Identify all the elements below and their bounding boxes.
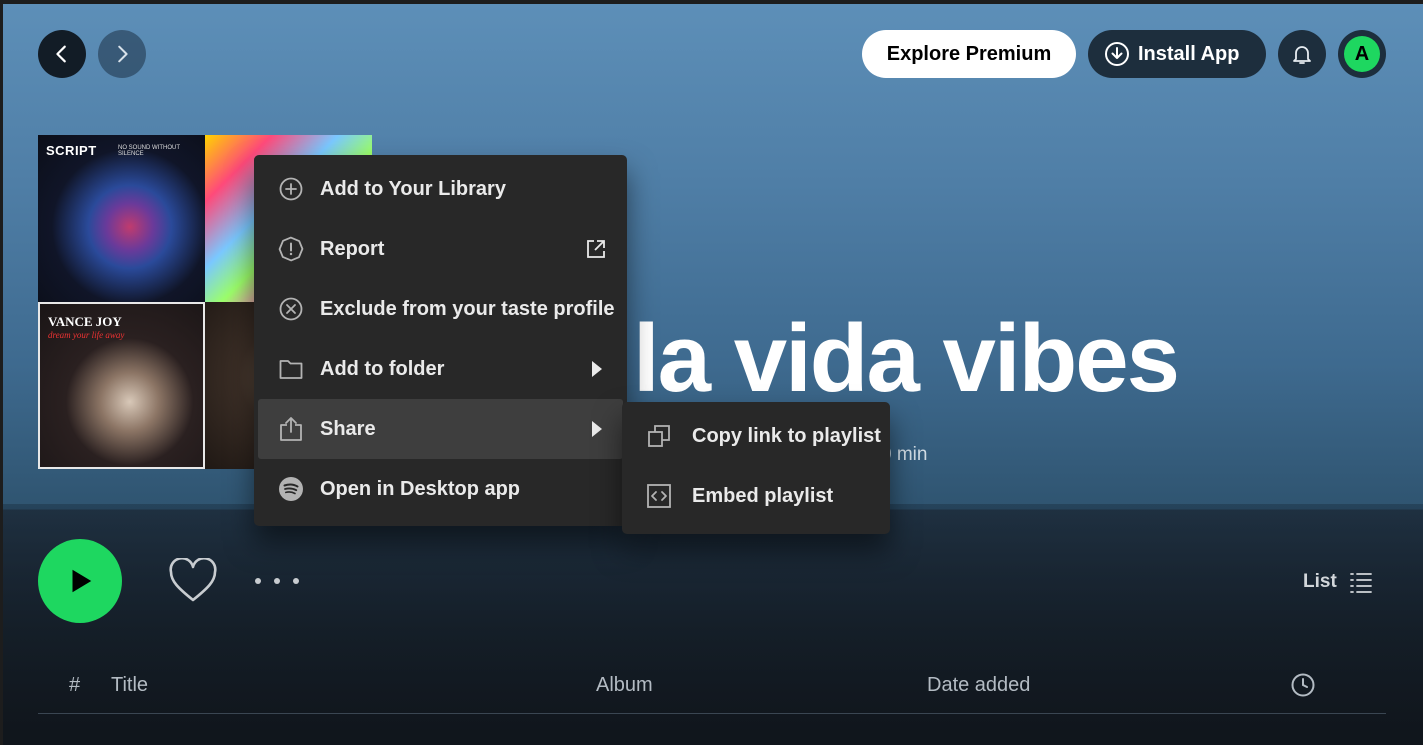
bell-icon [1293,46,1311,64]
caret-right-icon [585,358,607,380]
heart-icon [169,558,217,602]
album-art-subtext: dream your life away [48,330,125,340]
back-button[interactable] [38,30,86,78]
menu-item-add-to-library[interactable]: Add to Your Library [258,159,623,219]
menu-item-label: Share [320,417,376,440]
play-button[interactable] [38,539,122,623]
menu-item-copy-link[interactable]: Copy link to playlist [626,406,886,466]
share-icon [278,416,304,442]
context-menu: Add to Your Library Report Exclude from … [254,155,627,526]
play-icon [72,569,92,593]
chevron-right-icon [118,45,128,63]
menu-item-open-desktop[interactable]: Open in Desktop app [258,459,623,519]
column-duration[interactable] [1290,672,1316,698]
menu-item-exclude-taste-profile[interactable]: Exclude from your taste profile [258,279,623,339]
install-app-button[interactable]: Install App [1088,30,1266,78]
menu-item-label: Report [320,237,385,260]
x-circle-icon [278,296,304,322]
view-mode-button[interactable]: List [1303,567,1373,597]
forward-button[interactable] [98,30,146,78]
column-date-added[interactable]: Date added [927,674,1030,697]
chevron-left-icon [56,45,66,63]
menu-item-share[interactable]: Share [258,399,623,459]
save-to-library-button[interactable] [168,557,218,605]
explore-premium-button[interactable]: Explore Premium [862,30,1076,78]
install-app-label: Install App [1138,42,1240,65]
menu-item-report[interactable]: Report [258,219,623,279]
more-options-button[interactable] [255,569,299,593]
menu-item-label: Copy link to playlist [692,424,881,447]
spotify-icon [278,476,304,502]
column-title[interactable]: Title [111,674,148,697]
cover-tile-script: SCRIPT NO SOUND WITHOUT SILENCE [38,135,205,302]
list-icon [1349,573,1372,593]
playlist-title: la vida vibes [633,305,1180,412]
dot-icon [293,578,299,584]
caret-right-icon [585,418,607,440]
embed-icon [646,483,672,509]
external-link-icon [585,238,607,260]
menu-item-add-to-folder[interactable]: Add to folder [258,339,623,399]
dot-icon [274,578,280,584]
folder-icon [278,356,304,382]
download-circle-icon [1105,42,1129,66]
menu-item-label: Embed playlist [692,484,834,507]
menu-item-label: Open in Desktop app [320,477,521,500]
share-submenu: Copy link to playlist Embed playlist [622,402,890,534]
copy-icon [646,423,672,449]
menu-item-label: Exclude from your taste profile [320,297,615,320]
menu-item-label: Add to folder [320,357,445,380]
notifications-button[interactable] [1278,30,1326,78]
album-art-text: VANCE JOY [48,314,122,329]
app-window: Explore Premium Install App A SCRIPT NO … [0,0,1423,745]
track-table-header: # Title Album Date added [38,668,1386,714]
menu-item-embed[interactable]: Embed playlist [626,466,886,526]
album-art-text: SCRIPT [46,143,97,158]
profile-button[interactable]: A [1338,30,1386,78]
album-art-subtext: NO SOUND WITHOUT SILENCE [118,145,180,157]
report-icon [278,236,304,262]
dot-icon [255,578,261,584]
avatar: A [1344,36,1380,72]
menu-item-label: Add to Your Library [320,177,506,200]
column-album[interactable]: Album [596,674,653,697]
column-number: # [69,674,81,696]
cover-tile-vance-joy: VANCE JOY dream your life away [38,302,205,469]
plus-circle-icon [278,176,304,202]
clock-icon [1291,673,1315,697]
view-mode-label: List [1303,571,1337,592]
